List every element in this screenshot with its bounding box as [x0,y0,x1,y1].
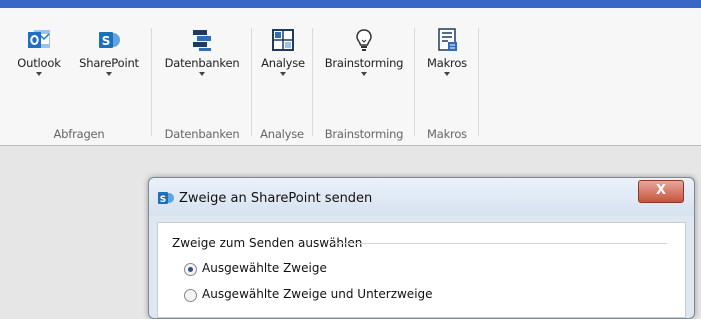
macros-label: Makros [427,56,467,70]
group-separator [312,28,313,136]
chevron-down-icon [106,72,112,76]
window-top-bar [0,0,701,8]
group-separator [151,28,152,136]
radio-selected-branches[interactable] [184,263,197,276]
analysis-button[interactable]: Analyse [258,28,308,108]
sharepoint-icon: S [157,190,175,210]
outlook-button[interactable]: Outlook [16,28,62,108]
group-separator [414,28,415,136]
radio-label-selected-branches-and-subbranches: Ausgewählte Zweige und Unterzweige [202,287,433,301]
radio-label-selected-branches: Ausgewählte Zweige [202,261,327,275]
group-separator [251,28,252,136]
dialog-title: Zweige an SharePoint senden [179,191,373,206]
brainstorming-label: Brainstorming [324,56,404,70]
database-icon [190,28,214,52]
analysis-label: Analyse [261,56,305,70]
close-icon: X [655,183,667,198]
svg-text:S: S [160,195,166,205]
analysis-grid-icon [271,28,295,52]
dialog-title-bar[interactable]: S Zweige an SharePoint senden X [149,178,694,216]
lightbulb-icon [352,28,376,52]
close-button[interactable]: X [638,180,684,203]
chevron-down-icon [444,72,450,76]
chevron-down-icon [199,72,205,76]
group-label-datenbanken: Datenbanken [164,127,240,141]
ribbon: Outlook S SharePoint Datenbanken Analyse… [0,8,701,146]
radio-selected-branches-and-subbranches[interactable] [184,289,197,302]
outlook-label: Outlook [17,56,61,70]
brainstorming-button[interactable]: Brainstorming [318,28,410,108]
group-label-analyse: Analyse [260,127,304,141]
group-label-brainstorming: Brainstorming [324,127,404,141]
group-separator [478,28,479,136]
chevron-down-icon [280,72,286,76]
sharepoint-button[interactable]: S SharePoint [76,28,142,108]
macro-document-icon [435,28,459,52]
databases-button[interactable]: Datenbanken [160,28,244,108]
sharepoint-icon: S [97,28,121,52]
send-to-sharepoint-dialog: S Zweige an SharePoint senden X Zweige z… [148,177,695,319]
outlook-icon [27,28,51,52]
section-divider [332,243,667,244]
databases-label: Datenbanken [164,56,240,70]
chevron-down-icon [361,72,367,76]
group-label-abfragen: Abfragen [53,127,105,141]
group-label-makros: Makros [427,127,467,141]
macros-button[interactable]: Makros [420,28,474,108]
chevron-down-icon [36,72,42,76]
sharepoint-label: SharePoint [79,56,139,70]
svg-text:S: S [102,34,110,48]
